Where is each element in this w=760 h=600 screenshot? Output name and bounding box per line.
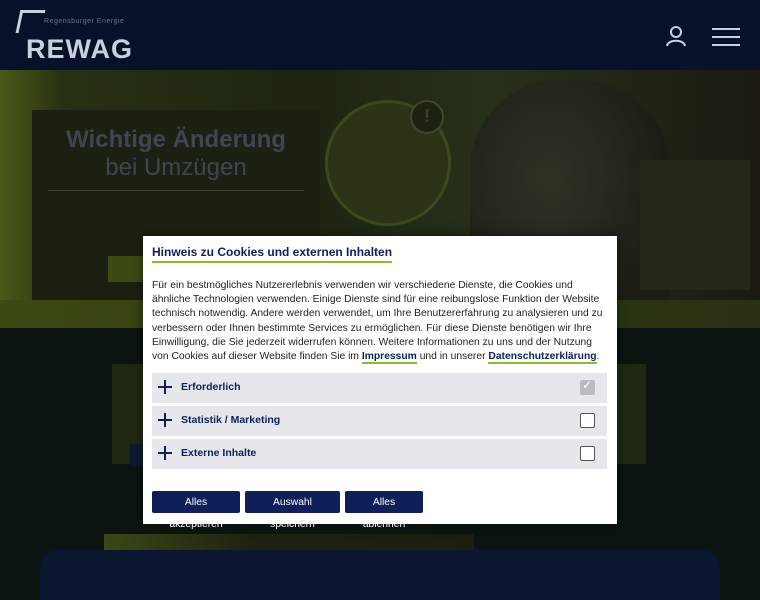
expand-plus-icon[interactable]: [158, 445, 174, 461]
expand-plus-icon[interactable]: [158, 379, 174, 395]
expand-plus-icon[interactable]: [158, 412, 174, 428]
dialog-title: Hinweis zu Cookies und externen Inhalten: [152, 245, 393, 263]
category-checkbox[interactable]: [580, 446, 595, 461]
user-icon[interactable]: [665, 25, 687, 47]
category-checkbox-checked-disabled: [580, 378, 595, 395]
category-checkbox[interactable]: [580, 413, 595, 428]
body-text-2: und in unserer: [416, 351, 489, 363]
category-label: Externe Inhalte: [181, 447, 257, 459]
content-card: [40, 550, 720, 600]
site-header: Regensburger Energie REWAG: [0, 0, 760, 70]
category-statistik-marketing[interactable]: Statistik / Marketing: [152, 406, 607, 436]
datenschutz-link[interactable]: Datenschutzerklärung: [488, 351, 597, 365]
hero-image-boxes: [640, 160, 750, 290]
accept-all-button[interactable]: Alles akzeptieren: [152, 491, 240, 530]
impressum-link[interactable]: Impressum: [361, 351, 417, 365]
hamburger-menu-icon[interactable]: [712, 28, 740, 46]
dialog-body: Für ein bestmögliches Nutzererlebnis ver…: [152, 279, 608, 365]
rewag-logo[interactable]: Regensburger Energie REWAG: [15, 10, 143, 64]
category-label: Erforderlich: [181, 381, 241, 393]
category-externe-inhalte[interactable]: Externe Inhalte: [152, 439, 607, 469]
logo-text: REWAG: [26, 34, 134, 64]
hero-title: Wichtige Änderung: [66, 126, 286, 153]
category-erforderlich[interactable]: Erforderlich: [152, 373, 607, 403]
reject-all-button[interactable]: Alles ablehnen: [345, 491, 423, 530]
logo-tagline: Regensburger Energie: [44, 18, 125, 25]
body-text-1: Für ein bestmögliches Nutzererlebnis ver…: [152, 280, 603, 363]
hero-divider: [48, 190, 304, 191]
cookie-consent-dialog: Hinweis zu Cookies und externen Inhalten…: [143, 236, 617, 530]
logo-mark-icon: [15, 10, 46, 33]
body-text-3: .: [596, 351, 600, 363]
category-label: Statistik / Marketing: [181, 414, 281, 426]
save-selection-button[interactable]: Auswahl speichern: [245, 491, 340, 530]
hero-subtitle: bei Umzügen: [105, 154, 247, 181]
alert-icon: !: [410, 100, 444, 134]
